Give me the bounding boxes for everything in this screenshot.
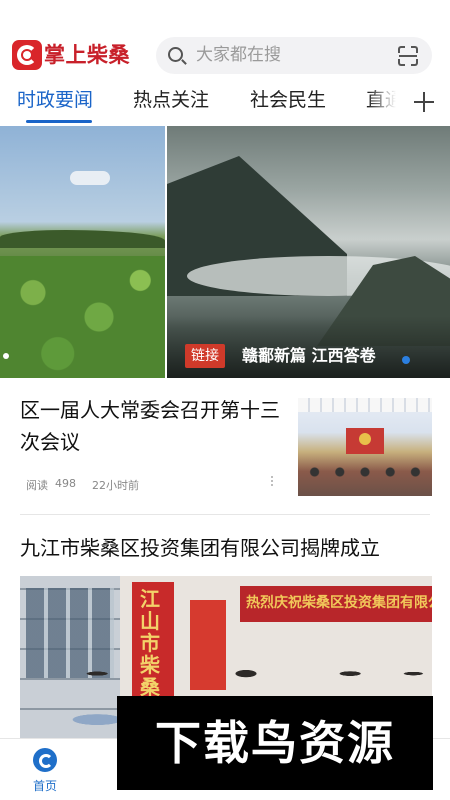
banner-slide-lotus-image	[0, 126, 165, 378]
more-icon[interactable]	[270, 476, 274, 490]
tab-livelihood[interactable]: 社会民生	[250, 86, 326, 114]
watermark-overlay: 下载鸟资源	[117, 696, 433, 790]
news-time: 22小时前	[92, 479, 139, 492]
banner-slide-mountain-image[interactable]	[167, 126, 450, 378]
news-thumbnail[interactable]	[298, 398, 432, 496]
search-bar[interactable]: 大家都在搜	[156, 37, 432, 74]
divider	[20, 514, 430, 515]
app-name: 掌上柴桑	[44, 43, 130, 67]
active-tab-indicator	[26, 120, 92, 123]
news-title[interactable]: 区一届人大常委会召开第十三次会议	[20, 394, 282, 458]
app-logo-icon	[12, 40, 42, 70]
nav-home-label: 首页	[32, 779, 57, 793]
nav-home[interactable]: 首页	[0, 739, 90, 800]
search-icon	[168, 47, 183, 62]
carousel-dot-active	[402, 356, 410, 364]
banner-tag: 链接	[185, 344, 225, 368]
search-input[interactable]: 大家都在搜	[196, 37, 281, 74]
news-item[interactable]: 区一届人大常委会召开第十三次会议 阅读 498 22小时前	[0, 378, 450, 508]
tab-politics[interactable]: 时政要闻	[17, 86, 93, 114]
read-count: 498	[55, 477, 76, 490]
scan-icon[interactable]	[398, 46, 418, 66]
banner-caption[interactable]: 赣鄱新篇 江西答卷	[242, 343, 376, 369]
banner-carousel[interactable]: 链接 赣鄱新篇 江西答卷	[0, 126, 450, 378]
app-header: 掌上柴桑 大家都在搜	[0, 0, 450, 80]
tab-hot[interactable]: 热点关注	[133, 86, 209, 114]
carousel-dot	[3, 353, 9, 359]
home-icon	[33, 748, 57, 772]
read-count-label: 阅读	[26, 479, 48, 492]
image-banner-text: 热烈庆祝柴桑区投资集团有限公司	[246, 595, 432, 611]
watermark-text: 下载鸟资源	[155, 716, 395, 770]
news-title[interactable]: 九江市柴桑区投资集团有限公司揭牌成立	[20, 532, 380, 564]
category-tabs: 时政要闻 热点关注 社会民生 直通	[0, 80, 450, 126]
plus-icon[interactable]	[414, 92, 434, 112]
